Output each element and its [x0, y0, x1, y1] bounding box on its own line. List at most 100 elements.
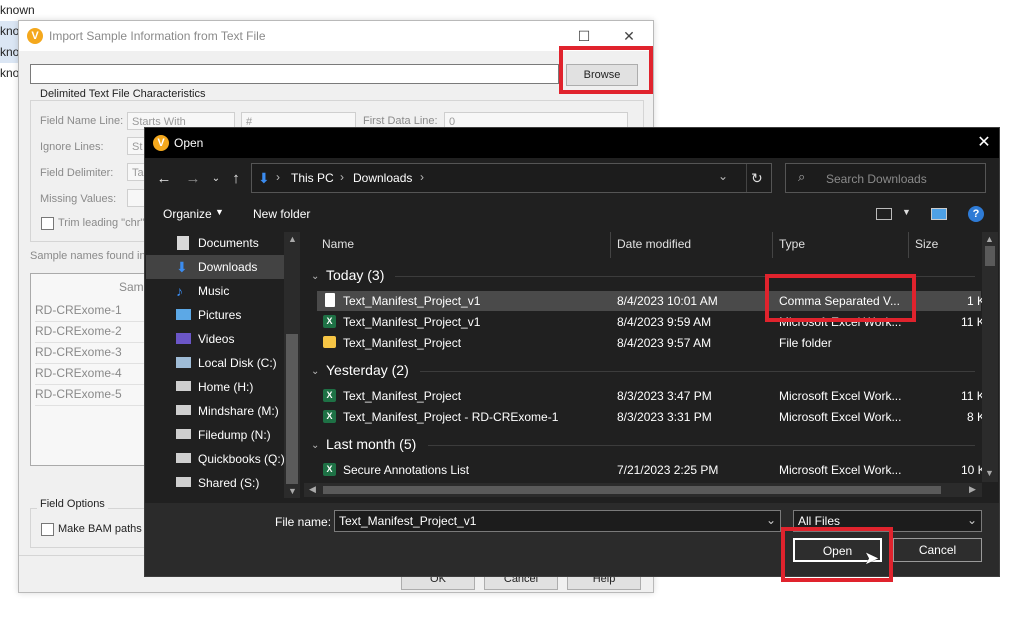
column-separator	[610, 232, 611, 258]
chevron-down-icon[interactable]: ⌄	[766, 513, 776, 527]
excel-file-icon: X	[323, 389, 336, 402]
trim-chr-label: Trim leading "chr"	[58, 217, 145, 229]
breadcrumb-downloads[interactable]: Downloads	[353, 171, 412, 185]
file-type: Microsoft Excel Work...	[779, 463, 902, 477]
scrollbar-thumb[interactable]	[286, 334, 298, 484]
local-disk-icon	[176, 357, 191, 368]
chevron-down-icon[interactable]: ⌄	[311, 271, 319, 282]
excel-file-icon: X	[323, 410, 336, 423]
column-type[interactable]: Type	[779, 237, 805, 251]
scroll-up-icon[interactable]: ▲	[288, 234, 297, 244]
file-name-input[interactable]: Text_Manifest_Project_v1	[334, 510, 781, 532]
file-type: Microsoft Excel Work...	[779, 389, 902, 403]
file-path-input[interactable]	[30, 64, 559, 84]
new-folder-button[interactable]: New folder	[253, 207, 310, 221]
chevron-right-icon: ›	[340, 170, 344, 184]
scroll-right-icon[interactable]: ▶	[969, 484, 976, 495]
sidebar-item-mindshare[interactable]: Mindshare (M:)	[198, 404, 279, 418]
import-dialog-titlebar: V Import Sample Information from Text Fi…	[19, 21, 653, 51]
forward-arrow-icon[interactable]: →	[182, 168, 204, 190]
list-item[interactable]: RD-CRExome-2	[35, 321, 157, 343]
chevron-down-icon[interactable]: ⌄	[967, 513, 977, 527]
chevron-down-icon[interactable]: ▼	[902, 207, 911, 217]
chevron-down-icon[interactable]: ⌄	[718, 169, 728, 183]
file-name: Text_Manifest_Project	[343, 389, 462, 403]
scroll-left-icon[interactable]: ◀	[309, 484, 316, 495]
sidebar-item-home[interactable]: Home (H:)	[198, 380, 253, 394]
scroll-up-icon[interactable]: ▲	[985, 234, 994, 244]
column-separator	[908, 232, 909, 258]
view-options-icon[interactable]	[876, 208, 892, 220]
trim-chr-checkbox[interactable]	[41, 217, 54, 230]
field-name-line-label: Field Name Line:	[40, 115, 124, 127]
help-icon[interactable]: ?	[968, 206, 984, 222]
file-list-vscrollbar[interactable]	[982, 232, 998, 482]
chevron-down-icon[interactable]: ⌄	[311, 440, 319, 451]
column-name[interactable]: Name	[322, 237, 354, 251]
sidebar-item-pictures[interactable]: Pictures	[198, 308, 241, 322]
scrollbar-thumb[interactable]	[985, 246, 995, 266]
cancel-button[interactable]: Cancel	[893, 538, 982, 562]
sidebar-item-local-disk[interactable]: Local Disk (C:)	[198, 356, 277, 370]
list-item[interactable]: RD-CRExome-4	[35, 363, 157, 385]
scroll-down-icon[interactable]: ▼	[985, 468, 994, 478]
recent-dropdown-icon[interactable]: ⌄	[205, 168, 227, 190]
scroll-down-icon[interactable]: ▼	[288, 486, 297, 496]
back-arrow-icon[interactable]: ←	[153, 168, 175, 190]
app-logo-icon: V	[27, 28, 43, 44]
maximize-icon[interactable]: ☐	[574, 26, 594, 46]
organize-button[interactable]: Organize	[163, 207, 212, 221]
column-separator	[772, 232, 773, 258]
file-date: 7/21/2023 2:25 PM	[617, 463, 719, 477]
preview-pane-icon[interactable]	[931, 208, 947, 220]
file-name: Text_Manifest_Project - RD-CRExome-1	[343, 410, 559, 424]
sidebar-item-documents[interactable]: Documents	[198, 236, 259, 250]
sidebar-item-music[interactable]: Music	[198, 284, 229, 298]
network-drive-icon	[176, 429, 191, 439]
refresh-icon[interactable]: ↻	[751, 170, 763, 187]
up-arrow-icon[interactable]: ↑	[225, 168, 247, 190]
sample-names-label: Sample names found in	[30, 250, 146, 262]
make-bam-checkbox[interactable]	[41, 523, 54, 536]
list-item[interactable]: known	[0, 0, 36, 21]
file-date: 8/3/2023 3:47 PM	[617, 389, 712, 403]
file-row[interactable]: X Text_Manifest_Project - RD-CRExome-1 8…	[317, 407, 985, 427]
chevron-right-icon: ›	[420, 170, 424, 184]
address-bar[interactable]: ⬇ › This PC › Downloads › ⌄ ↻	[251, 163, 772, 193]
type-highlight	[765, 274, 916, 322]
app-logo-icon: V	[153, 135, 169, 151]
scrollbar-thumb[interactable]	[323, 486, 941, 494]
sample-list: Samp RD-CRExome-1 RD-CRExome-2 RD-CRExom…	[30, 273, 160, 466]
ignore-lines-label: Ignore Lines:	[40, 141, 104, 153]
sidebar-item-shared[interactable]: Shared (S:)	[198, 476, 259, 490]
list-item[interactable]: RD-CRExome-5	[35, 384, 157, 406]
network-drive-icon	[176, 405, 191, 415]
close-icon[interactable]: ✕	[619, 26, 639, 46]
search-box[interactable]: ⌕ Search Downloads	[785, 163, 986, 193]
group-header-last-month[interactable]: Last month (5)	[326, 436, 416, 452]
file-row[interactable]: X Secure Annotations List 7/21/2023 2:25…	[317, 460, 986, 480]
sidebar-item-videos[interactable]: Videos	[198, 332, 234, 346]
close-icon[interactable]: ✕	[973, 132, 995, 154]
sidebar-item-filedump[interactable]: Filedump (N:)	[198, 428, 271, 442]
file-row[interactable]: X Text_Manifest_Project 8/3/2023 3:47 PM…	[317, 386, 985, 406]
sidebar-item-quickbooks[interactable]: Quickbooks (Q:)	[198, 452, 285, 466]
sidebar-item-downloads[interactable]: Downloads	[198, 260, 257, 274]
open-dialog-title: Open	[174, 136, 204, 150]
breadcrumb-this-pc[interactable]: This PC	[291, 171, 334, 185]
list-item[interactable]: RD-CRExome-3	[35, 342, 157, 364]
chevron-down-icon[interactable]: ▼	[215, 207, 224, 217]
file-row[interactable]: Text_Manifest_Project 8/4/2023 9:57 AM F…	[317, 333, 981, 353]
file-date: 8/4/2023 9:59 AM	[617, 315, 712, 329]
column-date-modified[interactable]: Date modified	[617, 237, 691, 251]
open-dialog-titlebar: V Open ✕	[145, 128, 999, 158]
chevron-down-icon[interactable]: ⌄	[311, 366, 319, 377]
group-header-yesterday[interactable]: Yesterday (2)	[326, 362, 409, 378]
column-size[interactable]: Size	[915, 237, 938, 251]
network-drive-icon	[176, 453, 191, 463]
mouse-cursor-icon: ➤	[864, 548, 880, 568]
group-header-today[interactable]: Today (3)	[326, 267, 384, 283]
chevron-right-icon: ›	[276, 170, 280, 184]
delimited-group-label: Delimited Text File Characteristics	[37, 88, 209, 100]
list-item[interactable]: RD-CRExome-1	[35, 300, 157, 322]
